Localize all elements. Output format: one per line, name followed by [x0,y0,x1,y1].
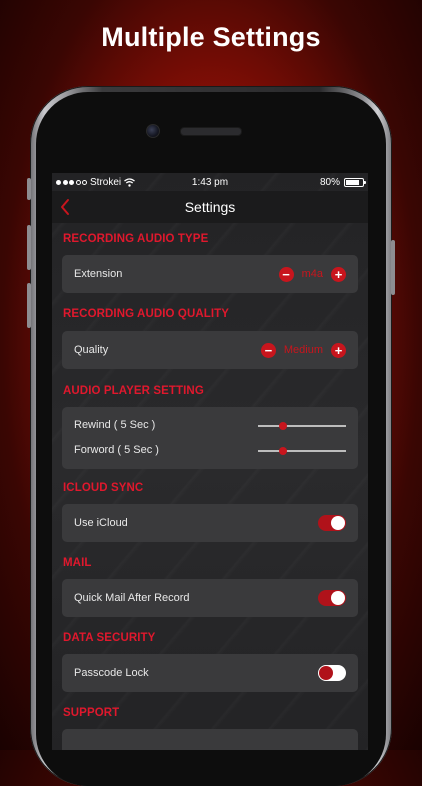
section-title-audio-player: AUDIO PLAYER SETTING [63,385,204,397]
battery-percent: 80% [319,177,340,188]
quick-mail-toggle-knob [331,591,345,605]
status-right: 80% [319,177,366,188]
quick-mail-toggle[interactable] [318,590,346,606]
section-title-icloud: ICLOUD SYNC [63,482,144,494]
promo-headline: Multiple Settings [101,22,321,52]
extension-value: m4a [301,268,323,280]
quality-label: Quality [74,344,109,356]
section-title-support: SUPPORT [63,707,120,719]
volume-down-button [27,283,31,328]
section-title-security: DATA SECURITY [63,632,156,644]
passcode-label: Passcode Lock [74,667,149,679]
icloud-toggle-knob [331,516,345,530]
rewind-slider[interactable] [258,420,346,432]
support-row[interactable] [62,729,358,750]
audio-player-card: Rewind ( 5 Sec ) Forword ( 5 Sec ) [62,407,358,469]
quality-stepper: − Medium + [260,331,346,369]
navigation-bar: Settings [52,191,368,223]
mute-switch [27,178,31,200]
section-title-recording-quality: RECORDING AUDIO QUALITY [63,308,230,320]
speaker-grille-icon [180,127,242,136]
section-title-recording-type: RECORDING AUDIO TYPE [63,233,209,245]
forward-slider-track [258,450,346,452]
power-button [391,240,395,295]
extension-increment-button[interactable]: + [331,266,346,282]
volume-up-button [27,225,31,270]
icloud-label: Use iCloud [74,517,128,529]
rewind-slider-track [258,425,346,427]
passcode-toggle-knob [319,666,333,680]
section-title-mail: MAIL [63,557,92,569]
passcode-row: Passcode Lock [62,654,358,692]
quality-value: Medium [283,344,323,356]
extension-decrement-button[interactable]: − [278,266,294,282]
forward-slider-thumb[interactable] [278,447,287,455]
page-title: Settings [184,199,236,215]
status-bar: Strokei 1:43 pm 80% [52,173,368,191]
quality-increment-button[interactable]: + [331,342,346,358]
quality-row: Quality − Medium + [62,331,358,369]
rewind-label: Rewind ( 5 Sec ) [74,419,156,431]
battery-icon [344,178,366,187]
rewind-slider-thumb[interactable] [278,422,287,430]
extension-label: Extension [74,268,123,280]
extension-stepper: − m4a + [278,255,346,293]
mail-label: Quick Mail After Record [74,592,190,604]
camera-icon [146,124,160,138]
forward-label: Forword ( 5 Sec ) [74,444,159,456]
passcode-toggle[interactable] [318,665,346,681]
extension-row: Extension − m4a + [62,255,358,293]
app-screen: Strokei 1:43 pm 80% Settings RECORDING A… [52,173,368,750]
icloud-row: Use iCloud [62,504,358,542]
mail-row: Quick Mail After Record [62,579,358,617]
forward-slider[interactable] [258,445,346,457]
icloud-toggle[interactable] [318,515,346,531]
quality-decrement-button[interactable]: − [260,342,276,358]
